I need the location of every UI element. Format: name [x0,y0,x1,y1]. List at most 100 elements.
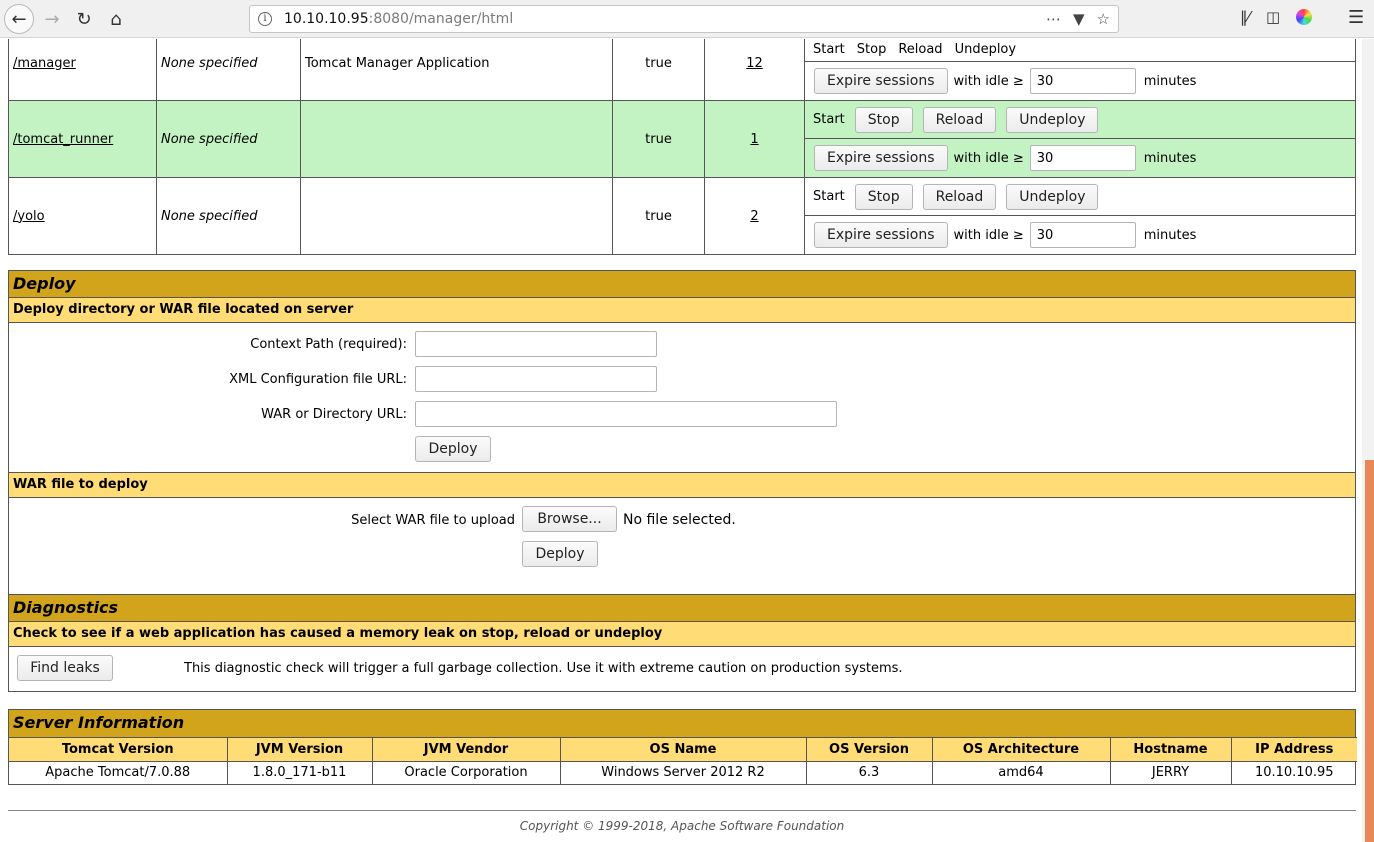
war-upload-form: Select WAR file to upload Browse... No f… [9,498,1355,601]
os-version-value: 6.3 [806,761,933,784]
table-row: Apache Tomcat/7.0.88 1.8.0_171-b11 Oracl… [9,761,1357,784]
reload-button[interactable]: Reload [922,183,997,210]
bookmark-star-icon[interactable]: ☆ [1097,10,1110,28]
hamburger-menu-icon[interactable]: ☰ [1348,7,1364,28]
war-dir-label: WAR or Directory URL: [261,407,407,422]
footer-divider [8,810,1356,811]
expire-sessions-button[interactable]: Expire sessions [814,145,948,171]
app-version: None specified [156,177,301,255]
url-text[interactable]: 10.10.10.95:8080/manager/html [284,11,513,27]
undeploy-button[interactable]: Undeploy [1006,183,1099,210]
no-file-selected-text: No file selected. [623,512,736,528]
server-info-title: Server Information [9,710,1355,737]
idle-minutes-input[interactable] [1029,145,1136,171]
minutes-label: minutes [1143,73,1197,89]
jvm-version-value: 1.8.0_171-b11 [227,761,373,784]
diagnostics-subtitle: Check to see if a web application has ca… [9,622,1355,647]
diagnostics-description: This diagnostic check will trigger a ful… [184,661,903,676]
app-running: true [612,100,705,178]
start-label: Start [813,189,845,204]
footer-copyright: Copyright © 1999-2018, Apache Software F… [519,819,845,833]
header-hostname: Hostname [1110,737,1232,762]
address-bar[interactable]: i 10.10.10.95:8080/manager/html ⋯ ▼ ☆ [249,5,1119,33]
minutes-label: minutes [1143,150,1197,166]
deploy-title: Deploy [9,271,1355,298]
expire-sessions-button[interactable]: Expire sessions [814,68,948,94]
app-sessions-link[interactable]: 12 [746,56,763,71]
sidebar-icon[interactable]: ◫ [1266,8,1280,26]
stop-button[interactable]: Stop [854,106,913,133]
home-icon[interactable]: ⌂ [101,4,131,34]
os-name-value: Windows Server 2012 R2 [560,761,807,784]
deploy-server-form: Context Path (required): XML Configurati… [9,323,1355,473]
table-row: /manager None specified Tomcat Manager A… [8,39,1356,101]
reload-button[interactable]: Reload [922,106,997,133]
app-display-name [300,100,613,178]
start-label: Start [813,112,845,127]
war-dir-input[interactable] [415,401,837,427]
with-idle-label: with idle ≥ [953,227,1024,243]
library-icon[interactable]: ‖⁄ [1240,8,1250,26]
reload-label: Reload [898,42,943,57]
applications-table: /manager None specified Tomcat Manager A… [8,39,1356,255]
header-jvm-vendor: JVM Vendor [372,737,561,762]
with-idle-label: with idle ≥ [953,150,1024,166]
app-version: None specified [156,39,301,101]
browse-button[interactable]: Browse... [522,506,617,532]
deploy-button[interactable]: Deploy [415,436,491,462]
idle-minutes-input[interactable] [1029,222,1136,248]
app-sessions-link[interactable]: 2 [750,209,758,224]
forward-arrow-icon[interactable]: → [37,4,67,34]
header-os-name: OS Name [560,737,807,762]
hostname-value: JERRY [1110,761,1232,784]
xml-config-label: XML Configuration file URL: [229,372,407,387]
deploy-subtitle: Deploy directory or WAR file located on … [9,298,1355,323]
server-info-table: Tomcat Version JVM Version JVM Vendor OS… [9,737,1357,784]
reload-icon[interactable]: ↻ [69,4,99,34]
header-tomcat-version: Tomcat Version [9,737,228,762]
back-arrow-icon[interactable]: ← [4,4,34,34]
idle-minutes-input[interactable] [1029,68,1136,94]
os-architecture-value: amd64 [932,761,1111,784]
browser-toolbar: ← → ↻ ⌂ i 10.10.10.95:8080/manager/html … [0,0,1374,38]
context-path-label: Context Path (required): [250,337,407,352]
start-label: Start [813,42,845,57]
app-display-name: Tomcat Manager Application [300,39,613,101]
stop-button[interactable]: Stop [854,183,913,210]
tomcat-version-value: Apache Tomcat/7.0.88 [9,761,228,784]
app-path-link[interactable]: /yolo [13,209,45,224]
header-os-architecture: OS Architecture [932,737,1111,762]
ip-address-value: 10.10.10.95 [1254,765,1334,781]
undeploy-label: Undeploy [954,42,1017,57]
app-path-link[interactable]: /tomcat_runner [13,132,113,147]
find-leaks-button[interactable]: Find leaks [17,655,113,681]
more-actions-icon[interactable]: ⋯ [1046,10,1061,28]
diagnostics-section: Diagnostics Check to see if a web applic… [8,594,1356,692]
with-idle-label: with idle ≥ [953,73,1024,89]
diagnostics-title: Diagnostics [9,595,1355,622]
header-ip-address: IP Address [1231,737,1357,762]
expire-sessions-button[interactable]: Expire sessions [814,222,948,248]
app-display-name [300,177,613,255]
table-row: /yolo None specified true 2 Start Stop R… [8,177,1356,255]
app-running: true [612,39,705,101]
minutes-label: minutes [1143,227,1197,243]
deploy-section: Deploy Deploy directory or WAR file loca… [8,270,1356,602]
xml-config-input[interactable] [415,366,657,392]
scrollbar-thumb[interactable] [1365,460,1374,842]
color-wheel-icon[interactable] [1296,9,1313,25]
war-deploy-button[interactable]: Deploy [522,541,598,567]
info-icon[interactable]: i [258,12,272,26]
header-jvm-version: JVM Version [227,737,373,762]
server-info-section: Server Information Tomcat Version JVM Ve… [8,709,1357,785]
header-os-version: OS Version [806,737,933,762]
context-path-input[interactable] [415,331,657,357]
pocket-icon[interactable]: ▼ [1073,10,1085,28]
app-sessions-link[interactable]: 1 [750,132,758,147]
select-war-label: Select WAR file to upload [351,513,515,528]
table-row: /tomcat_runner None specified true 1 Sta… [8,100,1356,178]
app-path-link[interactable]: /manager [13,56,76,71]
undeploy-button[interactable]: Undeploy [1006,106,1099,133]
jvm-vendor-value: Oracle Corporation [372,761,561,784]
stop-label: Stop [856,42,887,57]
